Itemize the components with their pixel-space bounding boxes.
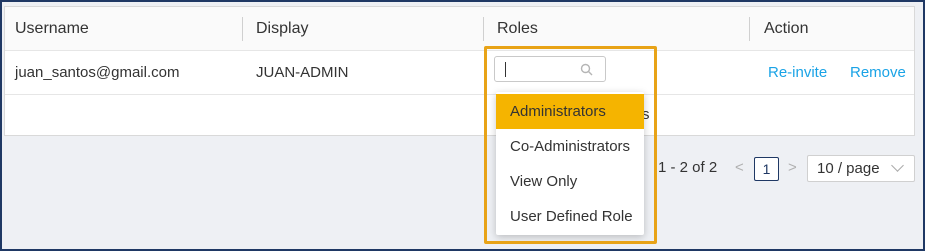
column-header-display: Display (256, 20, 309, 37)
column-divider (242, 17, 243, 41)
page-size-value: 10 / page (817, 160, 880, 177)
table-header: Username Display Roles Action (5, 7, 914, 51)
column-header-action: Action (764, 20, 809, 37)
column-header-username: Username (15, 20, 89, 37)
prev-page-button[interactable]: < (735, 159, 744, 176)
pagination-total: 1 - 2 of 2 (658, 159, 718, 176)
screenshot-frame: Username Display Roles Action juan_santo… (0, 0, 925, 251)
highlight-box (484, 46, 657, 244)
display-cell: JUAN-ADMIN (256, 64, 349, 81)
column-divider (749, 17, 750, 41)
reinvite-link[interactable]: Re-invite (768, 51, 827, 95)
next-page-button[interactable]: > (788, 159, 797, 176)
column-header-roles: Roles (497, 20, 538, 37)
page-1-button[interactable]: 1 (754, 157, 779, 181)
page-size-select[interactable]: 10 / page (807, 155, 915, 182)
username-cell: juan_santos@gmail.com (15, 64, 180, 81)
chevron-down-icon (891, 159, 904, 172)
table-row: juan_santos@gmail.com JUAN-ADMIN Re-invi… (5, 51, 914, 95)
column-divider (483, 17, 484, 41)
remove-link[interactable]: Remove (850, 51, 906, 95)
users-table: Username Display Roles Action juan_santo… (4, 6, 915, 136)
